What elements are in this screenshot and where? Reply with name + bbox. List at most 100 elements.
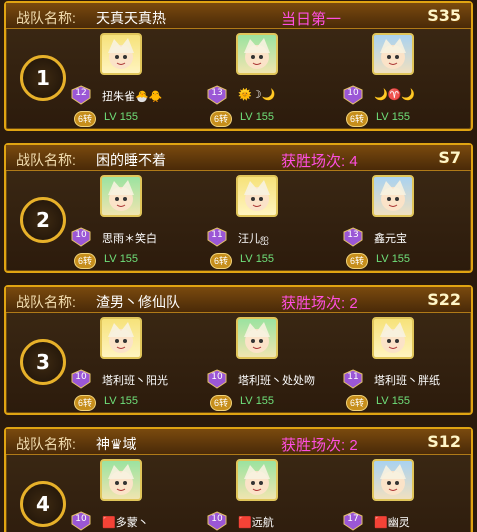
team-result: 获胜场次: 2 [281,437,358,454]
team-member[interactable]: 10 🟥多蒙丶 [68,459,208,532]
level-badge: 13 [206,85,228,105]
team-card[interactable]: 战队名称: 渣男丶修仙队 获胜场次: 2 S22 3 10 塔利班丶阳光 6转 LV 155 10… [4,285,473,415]
team-result: 当日第一 [281,11,342,28]
team-card[interactable]: 战队名称: 困的睡不着 获胜场次: 4 S7 2 10 思雨＊笑白 6转 LV 155 11 汪儿ஐ… [4,143,473,273]
member-portrait[interactable] [236,33,278,75]
team-result: 获胜场次: 4 [281,153,358,170]
team-member[interactable]: 11 塔利班丶胖纸 6转 LV 155 [340,317,477,415]
team-name: 神♛域 [96,436,137,452]
team-name: 天真天真热 [96,10,166,26]
badge-value: 11 [211,230,223,240]
level-badge: 10 [70,227,92,247]
character-face-icon [380,322,406,353]
server-id: S7 [438,148,461,167]
level-badge: 11 [342,369,364,389]
rebirth-badge: 6转 [210,253,232,269]
character-face-icon [380,38,406,69]
rank-badge: 1 [20,55,66,101]
member-portrait[interactable] [100,459,142,501]
team-member[interactable]: 11 汪儿ஐ 6转 LV 155 [204,175,344,273]
member-level: LV 155 [104,395,139,407]
rebirth-badge: 6转 [346,253,368,269]
character-face-icon [244,180,270,211]
level-badge: 10 [206,369,228,389]
rebirth-badge: 6转 [346,111,368,127]
level-badge: 13 [342,227,364,247]
team-member[interactable]: 10 塔利班丶处处吻 6转 LV 155 [204,317,344,415]
badge-value: 13 [211,88,223,98]
character-face-icon [380,464,406,495]
member-portrait[interactable] [236,175,278,217]
member-level: LV 155 [240,395,275,407]
member-name: 🌞☽🌙 [238,89,276,101]
member-portrait[interactable] [372,33,414,75]
member-name: 🌙♈🌙 [374,89,416,101]
team-member[interactable]: 10 塔利班丶阳光 6转 LV 155 [68,317,208,415]
member-portrait[interactable] [236,317,278,359]
member-name: 思雨＊笑白 [102,233,157,245]
member-portrait[interactable] [372,317,414,359]
team-member[interactable]: 17 🟥幽灵 [340,459,477,532]
member-name: 🟥幽灵 [374,517,410,529]
rebirth-badge: 6转 [74,395,96,411]
badge-value: 10 [347,88,359,98]
character-face-icon [244,38,270,69]
team-name-label: 战队名称: [16,10,76,26]
member-name: 扭朱雀🐣🐥 [102,91,163,103]
team-header: 战队名称: 困的睡不着 获胜场次: 4 S7 [6,145,471,171]
team-member[interactable]: 13 🌞☽🌙 6转 LV 155 [204,33,344,131]
team-member[interactable]: 10 🌙♈🌙 6转 LV 155 [340,33,477,131]
member-level: LV 155 [376,111,411,123]
character-face-icon [380,180,406,211]
character-face-icon [244,322,270,353]
level-badge: 11 [206,227,228,247]
badge-value: 10 [211,514,223,524]
level-badge: 10 [342,85,364,105]
member-portrait[interactable] [100,175,142,217]
team-name-label: 战队名称: [16,436,76,452]
rank-badge: 3 [20,339,66,385]
team-header: 战队名称: 神♛域 获胜场次: 2 S12 [6,429,471,455]
badge-value: 17 [347,514,359,524]
character-face-icon [108,180,134,211]
team-ranking-panel: 战队名称: 天真天真热 当日第一 S35 1 12 扭朱雀🐣🐥 6转 LV 155 13 🌞☽🌙 6转… [0,0,477,532]
member-portrait[interactable] [372,175,414,217]
member-level: LV 155 [240,253,275,265]
rank-badge: 4 [20,481,66,527]
team-member[interactable]: 10 🟥远航 [204,459,344,532]
member-portrait[interactable] [372,459,414,501]
rebirth-badge: 6转 [346,395,368,411]
character-face-icon [108,38,134,69]
badge-value: 10 [75,230,87,240]
rebirth-badge: 6转 [210,111,232,127]
level-badge: 10 [206,511,228,531]
team-name: 渣男丶修仙队 [96,294,180,310]
level-badge: 17 [342,511,364,531]
character-face-icon [108,322,134,353]
level-badge: 10 [70,369,92,389]
member-portrait[interactable] [236,459,278,501]
member-name: 鑫元宝 [374,233,407,245]
team-name-label: 战队名称: [16,294,76,310]
team-card[interactable]: 战队名称: 神♛域 获胜场次: 2 S12 4 10 🟥多蒙丶 10 🟥远航 17 🟥幽灵 [4,427,473,532]
character-face-icon [108,464,134,495]
member-level: LV 155 [104,253,139,265]
team-member[interactable]: 13 鑫元宝 6转 LV 155 [340,175,477,273]
team-member[interactable]: 12 扭朱雀🐣🐥 6转 LV 155 [68,33,208,131]
member-level: LV 155 [240,111,275,123]
member-name: 塔利班丶胖纸 [374,375,440,387]
rebirth-badge: 6转 [74,111,96,127]
team-member[interactable]: 10 思雨＊笑白 6转 LV 155 [68,175,208,273]
rebirth-badge: 6转 [74,253,96,269]
badge-value: 10 [211,372,223,382]
server-id: S22 [427,290,461,309]
team-name-label: 战队名称: [16,152,76,168]
member-portrait[interactable] [100,317,142,359]
rebirth-badge: 6转 [210,395,232,411]
member-name: 塔利班丶处处吻 [238,375,315,387]
server-id: S35 [427,6,461,25]
member-portrait[interactable] [100,33,142,75]
badge-value: 12 [75,88,87,98]
team-card[interactable]: 战队名称: 天真天真热 当日第一 S35 1 12 扭朱雀🐣🐥 6转 LV 155 13 🌞☽🌙 6转… [4,1,473,131]
level-badge: 10 [70,511,92,531]
